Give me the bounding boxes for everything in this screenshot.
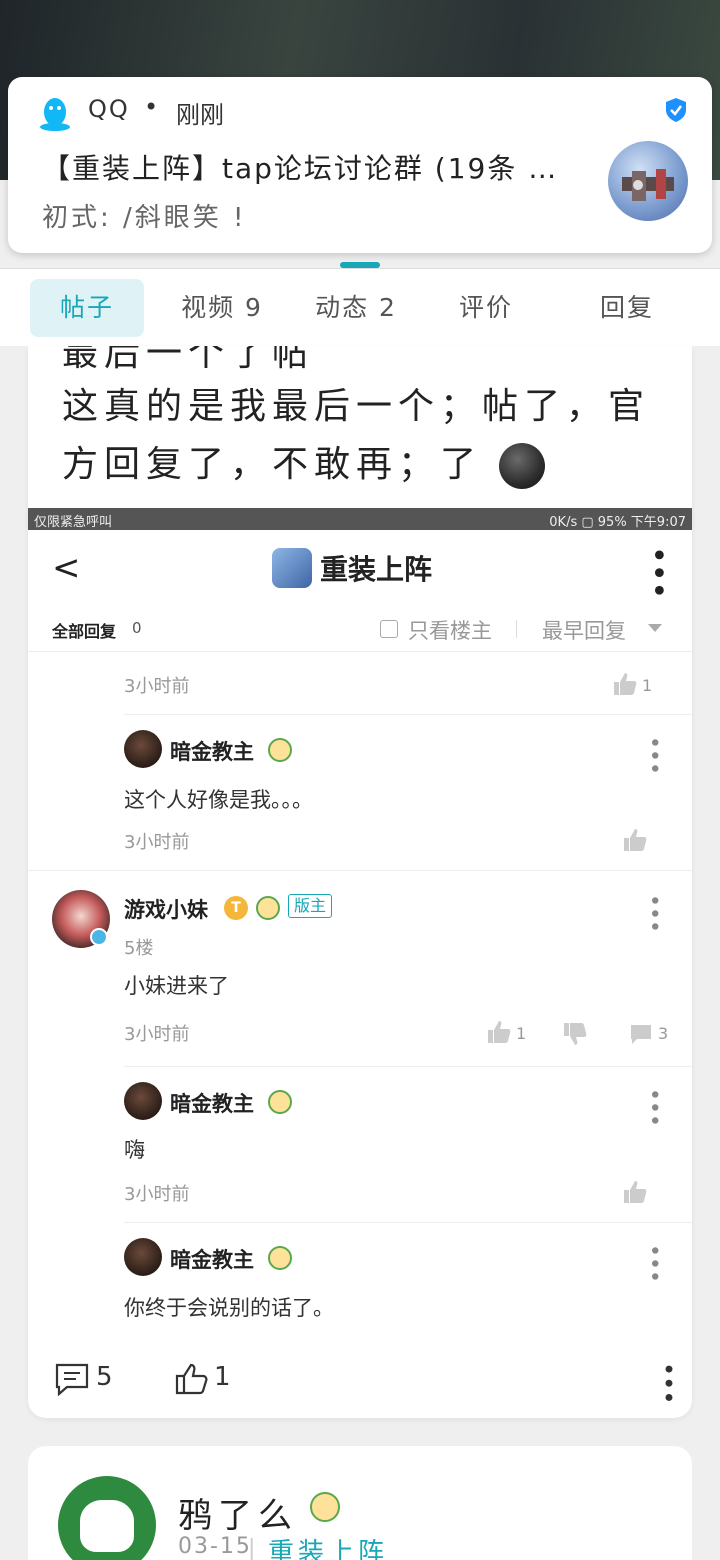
post-text-cut-line: 最后一个了帖 <box>62 346 315 374</box>
thumbs-up-icon <box>614 673 637 695</box>
checkbox-icon <box>380 620 398 638</box>
more-vertical-icon: ••• <box>640 546 675 600</box>
thumbs-up-icon <box>624 829 647 851</box>
thumbs-up-icon <box>488 1021 511 1043</box>
back-chevron-icon: < <box>52 548 81 588</box>
more-vertical-icon: ••• <box>641 1244 666 1283</box>
avatar <box>58 1476 156 1560</box>
user-badge-icon <box>268 738 292 762</box>
tab-replies[interactable]: 回复 1185 <box>562 279 692 380</box>
game-icon <box>272 548 312 588</box>
post-card[interactable]: 最后一个了帖 这真的是我最后一个；帖了，官 方回复了，不敢再；了 仅限紧急呼叫 … <box>28 346 692 1418</box>
moderator-badge: 版主 <box>288 894 333 918</box>
notification-body: 初式: /斜眼笑 ! <box>42 203 247 233</box>
tab-posts[interactable]: 帖子 167 <box>30 279 144 380</box>
avatar <box>124 1082 162 1120</box>
tab-videos[interactable]: 视频 9 <box>172 279 272 337</box>
game-link[interactable]: 重装上阵 <box>268 1532 388 1560</box>
like-count: 1 <box>214 1362 231 1392</box>
post-text: 这真的是我最后一个；帖了，官 方回复了，不敢再；了 <box>62 378 662 494</box>
user-badge-icon <box>256 896 280 920</box>
caret-down-icon <box>648 624 662 632</box>
qq-penguin-icon <box>40 98 70 131</box>
avatar <box>124 730 162 768</box>
embedded-filter-bar: 全部回复 0 只看楼主 最早回复 <box>28 606 692 652</box>
author-name: 鸦了么 <box>178 1496 298 1536</box>
profile-tab-bar: 帖子 167 视频 9 动态 2 评价 回复 1185 <box>0 268 720 380</box>
user-badge-icon <box>310 1492 340 1522</box>
t-coin-badge-icon: T <box>224 896 248 920</box>
post-text-line-1: 这真的是我最后一个；帖了，官 <box>62 386 651 427</box>
embedded-game-name: 重装上阵 <box>320 553 433 586</box>
thumbs-down-icon <box>564 1023 587 1045</box>
more-vertical-icon: ••• <box>641 1088 666 1127</box>
avatar <box>124 1238 162 1276</box>
notification-separator: • <box>144 93 159 121</box>
more-vertical-icon: ••• <box>641 736 666 775</box>
tab-reviews[interactable]: 评价 <box>444 279 528 337</box>
post-actions: 5 1 ••• <box>28 1346 692 1416</box>
verified-shield-icon <box>666 98 686 122</box>
goose-avatar-icon <box>80 1500 134 1552</box>
more-vertical-icon: ••• <box>641 894 666 933</box>
notification-time: 刚刚 <box>176 101 224 129</box>
post-text-line-2: 方回复了，不敢再；了 <box>62 436 662 494</box>
post-image-screenshot[interactable]: 仅限紧急呼叫 0K/s ▢ 95% 下午9:07 < 重装上阵 ••• 全部回复… <box>28 508 692 1338</box>
user-badge-icon <box>268 1246 292 1270</box>
moon-face-emoji-icon <box>499 443 546 489</box>
notification-app-name: QQ <box>88 95 130 123</box>
separator: | <box>248 1536 256 1560</box>
thumbs-up-icon <box>624 1181 647 1203</box>
comment-bubble-icon <box>631 1025 651 1044</box>
comment-count: 5 <box>96 1362 113 1392</box>
next-post-card[interactable]: 鸦了么 03-15 | 重装上阵 <box>28 1446 692 1560</box>
tab-activity[interactable]: 动态 2 <box>306 279 406 337</box>
embedded-status-bar: 仅限紧急呼叫 0K/s ▢ 95% 下午9:07 <box>28 508 692 530</box>
notification-group-avatar <box>608 141 688 221</box>
verified-icon <box>90 928 108 946</box>
more-vertical-icon[interactable]: ••• <box>654 1362 682 1404</box>
embedded-header: < 重装上阵 ••• <box>28 530 692 606</box>
comment-icon[interactable] <box>54 1362 90 1396</box>
user-badge-icon <box>268 1090 292 1114</box>
qq-notification[interactable]: QQ • 刚刚 【重装上阵】tap论坛讨论群 (19条 … 初式: /斜眼笑 ! <box>8 77 712 253</box>
post-date: 03-15 <box>178 1534 252 1559</box>
notification-title: 【重装上阵】tap论坛讨论群 (19条 … <box>42 152 559 185</box>
like-icon[interactable] <box>174 1362 208 1396</box>
